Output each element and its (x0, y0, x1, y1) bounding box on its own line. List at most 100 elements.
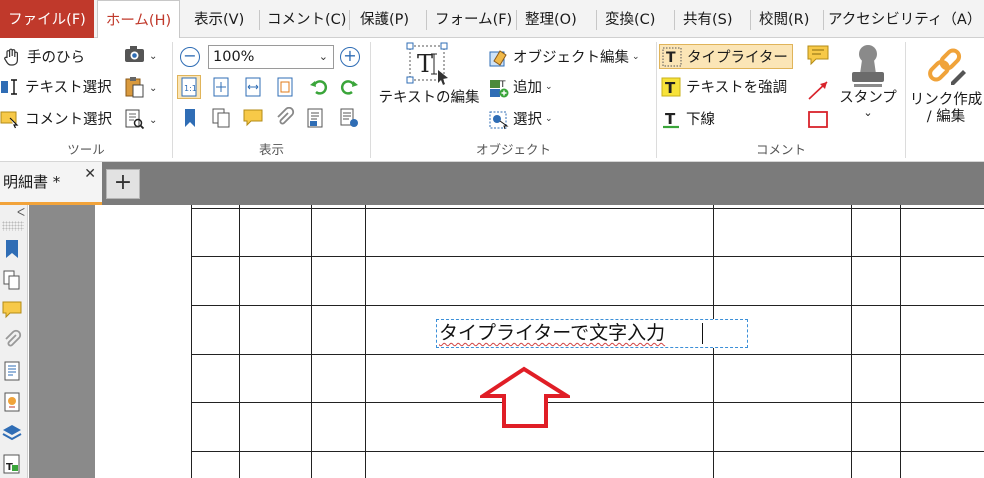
menu-file[interactable]: ファイル(F) (0, 0, 94, 38)
document-tab-label: 明細書 * (3, 173, 61, 191)
up-arrow-icon (480, 366, 570, 428)
menu-protect[interactable]: 保護(P) (353, 0, 416, 38)
svg-text:T: T (6, 462, 13, 473)
content-panel-icon[interactable]: T (2, 453, 22, 475)
rectangle-icon[interactable] (806, 108, 832, 132)
tools-group-label: ツール (67, 142, 105, 157)
typewriter-icon: T (662, 47, 682, 67)
edit-text-button[interactable]: T テキストの編集 (374, 42, 484, 107)
note-comment-icon[interactable] (806, 44, 832, 68)
document-view[interactable]: タイプライターで文字入力 (29, 205, 984, 478)
menu-separator (426, 10, 427, 30)
chevron-down-icon: ⌄ (545, 113, 553, 124)
highlight-label: テキストを強調 (686, 80, 788, 96)
actual-size-button[interactable]: 1:1 (177, 75, 201, 99)
select-object-button[interactable]: 選択 ⌄ (488, 108, 553, 129)
menu-share[interactable]: 共有(S) (676, 0, 740, 38)
underline-button[interactable]: T 下線 (661, 108, 715, 129)
menu-accessibility[interactable]: アクセシビリティ（A） (824, 0, 984, 38)
hand-tool-label: 手のひら (27, 50, 85, 66)
typewriter-text-box[interactable]: タイプライターで文字入力 (436, 319, 748, 348)
add-object-label: 追加 (513, 80, 542, 96)
menu-review[interactable]: 校閲(R) (752, 0, 816, 38)
text-cursor (702, 323, 703, 344)
zoom-out-button[interactable]: − (180, 47, 200, 67)
bookmark-panel-icon[interactable] (2, 238, 22, 260)
zoom-level-select[interactable]: 100% ⌄ (208, 45, 334, 69)
typewriter-button[interactable]: T タイプライター (659, 44, 793, 69)
menu-bar: ファイル(F) ホーム(H) 表示(V) コメント(C) 保護(P) フォーム(… (0, 0, 984, 39)
navigation-panel: ᐸ T (0, 205, 28, 478)
table-line (191, 402, 984, 403)
signature-panel-icon[interactable] (2, 391, 22, 413)
layers-icon[interactable] (2, 422, 22, 444)
chevron-down-icon: ⌄ (632, 51, 640, 62)
svg-text:⌄: ⌄ (149, 83, 156, 94)
fit-width-button[interactable] (241, 75, 265, 99)
menu-view[interactable]: 表示(V) (187, 0, 251, 38)
fit-visible-button[interactable] (273, 75, 297, 99)
table-line (900, 205, 901, 478)
close-icon[interactable]: ✕ (84, 166, 96, 182)
comments-panel-icon[interactable] (2, 299, 22, 321)
edit-object-icon (488, 47, 508, 67)
properties-icon[interactable] (304, 106, 328, 130)
hand-icon (2, 47, 22, 67)
settings-list-icon[interactable] (337, 106, 361, 130)
menu-convert[interactable]: 変換(C) (598, 0, 662, 38)
table-line (191, 208, 984, 209)
layers-page-icon[interactable] (2, 360, 22, 382)
chevron-down-icon: ⌄ (863, 106, 873, 119)
svg-text:⌄: ⌄ (149, 51, 156, 62)
chevron-down-icon: ⌄ (545, 81, 553, 92)
add-object-button[interactable]: T 追加 ⌄ (488, 76, 553, 97)
hand-tool-button[interactable]: 手のひら (2, 46, 85, 67)
typewriter-text: タイプライターで文字入力 (439, 322, 666, 344)
attachments-panel-icon[interactable] (2, 329, 22, 351)
text-select-button[interactable]: テキスト選択 (0, 76, 112, 97)
group-separator (905, 42, 906, 158)
highlight-text-button[interactable]: T テキストを強調 (661, 76, 787, 97)
typewriter-label: タイプライター (687, 50, 788, 66)
snapshot-camera-icon[interactable]: ⌄ (124, 44, 157, 66)
clipboard-icon[interactable]: ⌄ (124, 76, 157, 98)
attachment-icon[interactable] (272, 106, 296, 130)
collapse-panel-icon[interactable]: ᐸ (17, 206, 25, 219)
table-line (191, 354, 984, 355)
comment-select-button[interactable]: コメント選択 (0, 108, 112, 129)
table-line (311, 205, 312, 478)
rotate-left-icon[interactable] (307, 75, 331, 99)
zoom-level-value: 100% (213, 49, 255, 65)
pages-icon[interactable] (209, 106, 233, 130)
pages-panel-icon[interactable] (2, 269, 22, 291)
select-object-icon (488, 109, 509, 129)
fit-page-button[interactable] (209, 75, 233, 99)
find-icon[interactable]: ⌄ (124, 108, 157, 130)
arrow-line-icon[interactable] (806, 78, 832, 102)
menu-separator (349, 10, 350, 30)
chevron-down-icon: ⌄ (318, 50, 328, 63)
link-edit-label-line2: / 編集 (926, 109, 966, 125)
pdf-page[interactable]: タイプライターで文字入力 (95, 205, 984, 478)
svg-text:⌄: ⌄ (149, 115, 156, 126)
edit-object-button[interactable]: オブジェクト編集 ⌄ (488, 46, 640, 67)
comment-icon[interactable] (241, 106, 265, 130)
link-icon (923, 42, 969, 88)
menu-organize[interactable]: 整理(O) (518, 0, 584, 38)
stamp-button[interactable]: スタンプ ⌄ (836, 42, 900, 119)
new-tab-button[interactable]: + (106, 169, 140, 199)
underline-label: 下線 (686, 112, 715, 128)
link-edit-button[interactable]: リンク作成 / 編集 (908, 42, 984, 126)
document-tab[interactable]: 明細書 * ✕ (0, 162, 102, 205)
menu-home[interactable]: ホーム(H) (97, 0, 180, 39)
document-tab-strip: 明細書 * ✕ + (0, 162, 984, 205)
underline-icon: T (661, 109, 681, 129)
menu-form[interactable]: フォーム(F) (428, 0, 519, 38)
menu-separator (516, 10, 517, 30)
comment-select-label: コメント選択 (25, 112, 112, 128)
menu-comment[interactable]: コメント(C) (260, 0, 353, 38)
text-select-label: テキスト選択 (25, 80, 112, 96)
bookmark-icon[interactable] (178, 106, 202, 130)
rotate-right-icon[interactable] (337, 75, 361, 99)
zoom-in-button[interactable]: + (340, 47, 360, 67)
